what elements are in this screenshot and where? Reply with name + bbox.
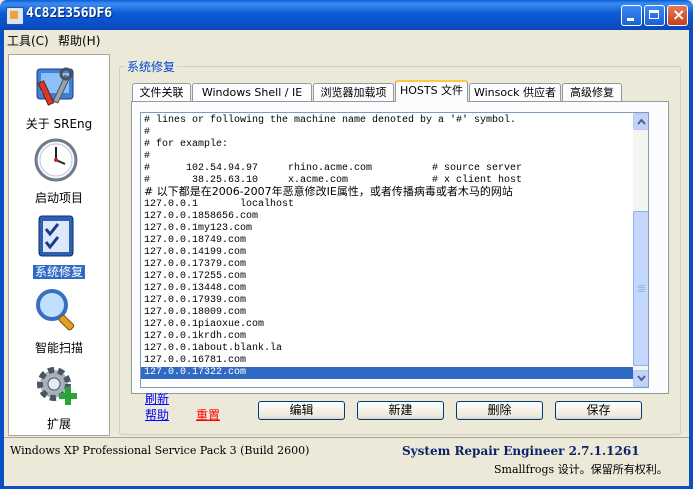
- refresh-link[interactable]: 刷新: [145, 390, 169, 407]
- hosts-line: # 102.54.94.97 rhino.acme.com # source s…: [144, 163, 523, 174]
- hosts-file-editor[interactable]: # lines or following the machine name de…: [140, 112, 649, 388]
- scroll-grip: [638, 289, 645, 290]
- scroll-grip: [638, 291, 645, 292]
- tab-browser-addons[interactable]: 浏览器加载项: [313, 83, 394, 101]
- sidebar-item-smart-scan[interactable]: 智能扫描: [9, 287, 109, 359]
- group-title: 系统修复: [125, 58, 178, 75]
- hosts-line: 127.0.0.17379.com: [144, 259, 247, 270]
- hosts-line: 127.0.0.16781.com: [144, 355, 247, 366]
- os-version-text: Windows XP Professional Service Pack 3 (…: [10, 444, 310, 457]
- window-frame-right: [689, 30, 693, 489]
- save-button[interactable]: 保存: [555, 401, 642, 420]
- close-button[interactable]: ×: [667, 5, 688, 26]
- hosts-line: 127.0.0.14199.com: [144, 247, 247, 258]
- chevron-down-icon: [637, 375, 646, 382]
- hosts-line: #: [144, 127, 151, 138]
- hosts-line: 127.0.0.18749.com: [144, 235, 247, 246]
- scroll-grip: [638, 285, 645, 286]
- minimize-button[interactable]: [621, 5, 642, 26]
- window-title: 4C82E356DF6: [26, 6, 113, 21]
- tab-advanced-repair[interactable]: 高级修复: [562, 83, 622, 101]
- hosts-line: 127.0.0.1858656.com: [144, 211, 259, 222]
- scroll-up-button[interactable]: [633, 113, 648, 130]
- hosts-line-selected[interactable]: 127.0.0.17322.com: [141, 367, 634, 379]
- hosts-line: # lines or following the machine name de…: [144, 115, 517, 126]
- tab-winsock-provider[interactable]: Winsock 供应者: [469, 83, 561, 101]
- hosts-line: 127.0.0.17255.com: [144, 271, 247, 282]
- tab-hosts-file[interactable]: HOSTS 文件: [395, 80, 468, 102]
- menu-help[interactable]: 帮助(H): [58, 32, 100, 49]
- new-button[interactable]: 新建: [357, 401, 444, 420]
- window-frame-left: [0, 30, 4, 489]
- sidebar-nav: 关于 SREng 启动项目 系统修复 智能扫描 扩展: [8, 54, 110, 436]
- hosts-line: 127.0.0.13448.com: [144, 283, 247, 294]
- reset-link[interactable]: 重置: [196, 406, 220, 423]
- hosts-line: # 以下都是在2006-2007年恶意修改IE属性，或者传播病毒或者木马的网站: [144, 185, 513, 198]
- sidebar-item-startup[interactable]: 启动项目: [9, 135, 109, 207]
- tab-windows-shell-ie[interactable]: Windows Shell / IE: [192, 83, 312, 101]
- close-icon: ×: [672, 5, 686, 24]
- vertical-scrollbar[interactable]: [633, 113, 648, 387]
- menu-bar: 工具(C) 帮助(H): [4, 30, 689, 50]
- copyright-text: Smallfrogs 设计。保留所有权利。: [494, 463, 668, 476]
- delete-button[interactable]: 删除: [456, 401, 543, 420]
- hosts-line: 127.0.0.1about.blank.la: [144, 343, 283, 354]
- sidebar-item-label: 扩展: [46, 417, 71, 431]
- sidebar-item-label: 启动项目: [34, 191, 83, 205]
- sidebar-item-label: 系统修复: [9, 263, 109, 280]
- status-divider: [4, 437, 689, 438]
- hosts-line: # for example:: [144, 139, 229, 150]
- sidebar-item-extensions[interactable]: 扩展: [9, 361, 109, 433]
- hosts-line: 127.0.0.1krdh.com: [144, 331, 247, 342]
- scroll-grip: [638, 287, 645, 288]
- sidebar-item-about[interactable]: 关于 SREng: [9, 59, 109, 131]
- menu-tools[interactable]: 工具(C): [7, 32, 49, 49]
- scroll-down-button[interactable]: [633, 370, 648, 387]
- chevron-up-icon: [637, 118, 646, 125]
- gear-plus-icon: [37, 367, 77, 405]
- help-link[interactable]: 帮助: [145, 406, 169, 423]
- scroll-thumb[interactable]: [633, 211, 648, 366]
- magnifier-icon: [36, 289, 75, 331]
- hosts-line: 127.0.0.1piaoxue.com: [144, 319, 265, 330]
- hosts-line: 127.0.0.1 localhost: [144, 199, 295, 210]
- title-bar: 4C82E356DF6 ×: [0, 0, 693, 30]
- tab-file-association[interactable]: 文件关联: [132, 83, 191, 101]
- sidebar-item-label: 关于 SREng: [25, 117, 93, 131]
- hosts-line: 127.0.0.18009.com: [144, 307, 247, 318]
- sidebar-item-system-repair[interactable]: 系统修复: [9, 211, 109, 283]
- hosts-line: 127.0.0.1my123.com: [144, 223, 253, 234]
- about-tools-icon: [36, 67, 74, 106]
- app-icon: [6, 7, 24, 25]
- maximize-button[interactable]: [644, 5, 665, 26]
- checklist-icon: [38, 215, 74, 257]
- sidebar-item-label-text: 系统修复: [32, 265, 85, 279]
- hosts-line: 127.0.0.17939.com: [144, 295, 247, 306]
- product-version-text: System Repair Engineer 2.7.1.1261: [402, 444, 640, 458]
- sidebar-item-label: 智能扫描: [34, 341, 83, 355]
- clock-icon: [34, 138, 78, 182]
- edit-button[interactable]: 编辑: [258, 401, 345, 420]
- hosts-line: #: [144, 151, 151, 162]
